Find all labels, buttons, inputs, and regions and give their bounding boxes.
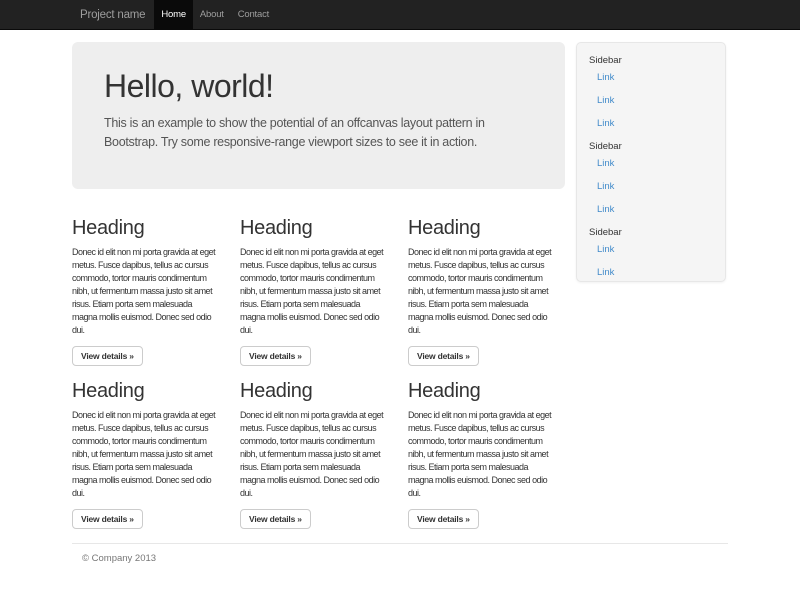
- page-container: Hello, world! This is an example to show…: [72, 42, 728, 564]
- nav-item-home[interactable]: Home: [154, 0, 193, 30]
- sidebar-heading: Sidebar: [589, 227, 715, 238]
- card-heading: Heading: [240, 217, 397, 240]
- content-row-1: Heading Donec id elit non mi porta gravi…: [72, 205, 576, 366]
- content-row-2: Heading Donec id elit non mi porta gravi…: [72, 366, 576, 529]
- card-heading: Heading: [408, 380, 565, 403]
- card-heading: Heading: [408, 217, 565, 240]
- navbar-brand[interactable]: Project name: [65, 0, 154, 29]
- card-body: Donec id elit non mi porta gravida at eg…: [240, 246, 397, 337]
- jumbotron-title: Hello, world!: [104, 68, 533, 104]
- content-card: Heading Donec id elit non mi porta gravi…: [240, 366, 408, 529]
- content-card: Heading Donec id elit non mi porta gravi…: [72, 366, 240, 529]
- view-details-button[interactable]: View details »: [240, 346, 311, 366]
- nav-item: Contact: [231, 0, 276, 29]
- sidebar-link[interactable]: Link: [597, 267, 715, 278]
- content-card: Heading Donec id elit non mi porta gravi…: [72, 205, 240, 366]
- card-body: Donec id elit non mi porta gravida at eg…: [72, 246, 229, 337]
- content-card: Heading Donec id elit non mi porta gravi…: [408, 366, 576, 529]
- view-details-button[interactable]: View details »: [240, 509, 311, 529]
- sidebar-heading: Sidebar: [589, 55, 715, 66]
- card-body: Donec id elit non mi porta gravida at eg…: [408, 246, 565, 337]
- content-card: Heading Donec id elit non mi porta gravi…: [408, 205, 576, 366]
- sidebar-link[interactable]: Link: [597, 244, 715, 255]
- navbar-nav: Home About Contact: [154, 0, 276, 29]
- navbar-container: Project name Home About Contact: [65, 0, 735, 29]
- card-heading: Heading: [72, 217, 229, 240]
- content-card: Heading Donec id elit non mi porta gravi…: [240, 205, 408, 366]
- view-details-button[interactable]: View details »: [408, 509, 479, 529]
- sidebar-link[interactable]: Link: [597, 204, 715, 215]
- sidebar-link[interactable]: Link: [597, 118, 715, 129]
- card-heading: Heading: [240, 380, 397, 403]
- copyright-text: © Company 2013: [72, 553, 728, 564]
- content-area: Hello, world! This is an example to show…: [72, 42, 728, 529]
- footer: © Company 2013: [72, 543, 728, 564]
- card-body: Donec id elit non mi porta gravida at eg…: [72, 409, 229, 500]
- nav-item-contact[interactable]: Contact: [231, 0, 276, 30]
- view-details-button[interactable]: View details »: [72, 346, 143, 366]
- nav-item: About: [193, 0, 231, 29]
- main-column: Hello, world! This is an example to show…: [72, 42, 576, 529]
- sidebar: Sidebar Link Link Link Sidebar Link Link…: [576, 42, 726, 282]
- sidebar-link[interactable]: Link: [597, 95, 715, 106]
- sidebar-link[interactable]: Link: [597, 181, 715, 192]
- nav-item: Home: [154, 0, 193, 29]
- card-heading: Heading: [72, 380, 229, 403]
- sidebar-link[interactable]: Link: [597, 158, 715, 169]
- jumbotron-text: This is an example to show the potential…: [104, 114, 533, 152]
- card-body: Donec id elit non mi porta gravida at eg…: [240, 409, 397, 500]
- jumbotron: Hello, world! This is an example to show…: [72, 42, 565, 189]
- sidebar-link[interactable]: Link: [597, 72, 715, 83]
- view-details-button[interactable]: View details »: [408, 346, 479, 366]
- navbar: Project name Home About Contact: [0, 0, 800, 30]
- nav-item-about[interactable]: About: [193, 0, 231, 30]
- sidebar-heading: Sidebar: [589, 141, 715, 152]
- view-details-button[interactable]: View details »: [72, 509, 143, 529]
- card-body: Donec id elit non mi porta gravida at eg…: [408, 409, 565, 500]
